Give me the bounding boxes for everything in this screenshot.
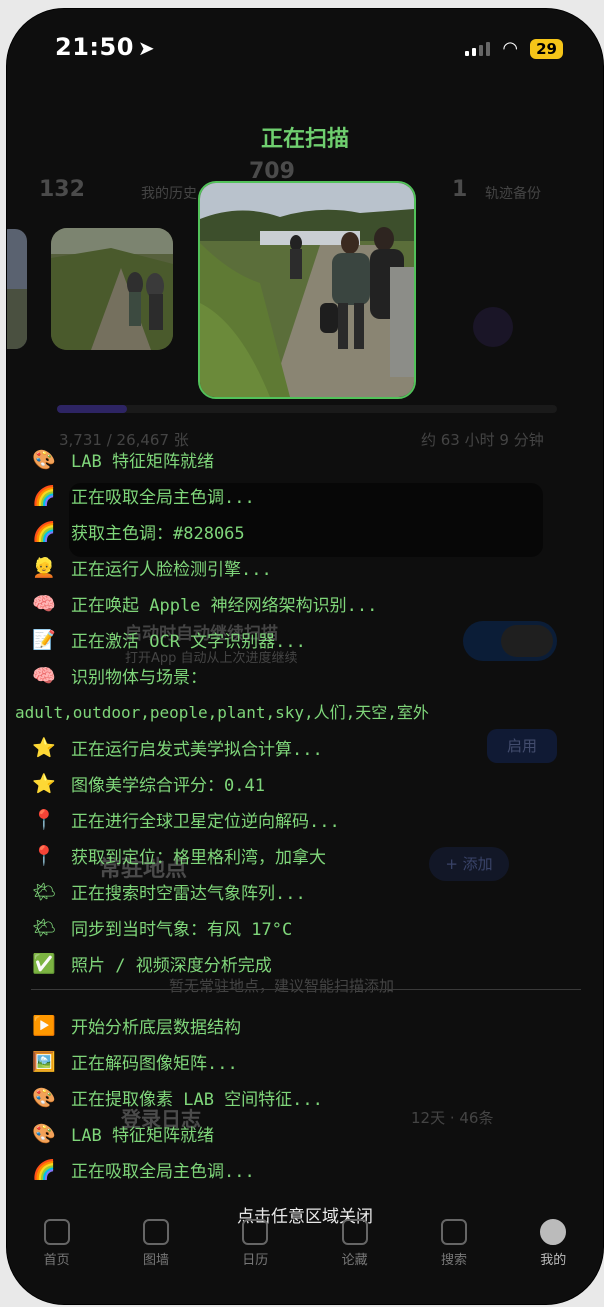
tab-profile[interactable]: 我的 bbox=[513, 1219, 593, 1289]
tab-wall[interactable]: 图墙 bbox=[116, 1219, 196, 1289]
log-line: ▶️ 开始分析底层数据结构 bbox=[32, 1014, 241, 1039]
previous-photo-thumbnail bbox=[7, 229, 27, 349]
log-line: 🌤 正在搜索时空雷达气象阵列... bbox=[31, 880, 306, 905]
log-line: 🖼️ 正在解码图像矩阵... bbox=[32, 1050, 238, 1075]
home-icon bbox=[43, 1219, 70, 1245]
rainbow-icon: 🌈 bbox=[32, 520, 56, 543]
log-line: 📍 正在进行全球卫星定位逆向解码... bbox=[32, 808, 340, 833]
palette-icon: 🎨 bbox=[32, 1086, 56, 1109]
face-icon: 👱 bbox=[32, 556, 56, 579]
status-time: 21:50 ➤ bbox=[55, 33, 156, 61]
globe-icon bbox=[341, 1219, 368, 1245]
current-scanning-photo bbox=[198, 181, 416, 399]
tab-collection[interactable]: 论藏 bbox=[315, 1219, 395, 1289]
rainbow-icon: 🌈 bbox=[32, 1158, 56, 1181]
scan-title: 正在扫描 bbox=[260, 127, 349, 152]
previous-photo-thumbnail bbox=[51, 228, 173, 350]
pin-icon: 📍 bbox=[32, 808, 56, 831]
play-icon: ▶️ bbox=[32, 1014, 56, 1037]
log-line: 📝 正在激活 OCR 文字识别器... bbox=[32, 628, 306, 653]
check-icon: ✅ bbox=[32, 952, 56, 975]
sun-cloud-icon: 🌤 bbox=[31, 880, 57, 903]
calendar-icon bbox=[242, 1219, 269, 1245]
star-icon: ⭐ bbox=[32, 736, 56, 759]
palette-icon: 🎨 bbox=[32, 1122, 56, 1145]
picture-icon: 🖼️ bbox=[32, 1050, 56, 1073]
phone-screen: 132 我的历史 709 1 轨迹备份 3,731 / 26,467 张 约 6… bbox=[6, 8, 604, 1305]
profile-icon bbox=[540, 1219, 567, 1245]
star-icon: ⭐ bbox=[32, 772, 56, 795]
log-line: 🎨 正在提取像素 LAB 空间特征... bbox=[32, 1086, 323, 1111]
tab-calendar[interactable]: 日历 bbox=[215, 1219, 295, 1289]
sun-cloud-icon: 🌤 bbox=[31, 916, 57, 939]
log-line: ✅ 照片 / 视频深度分析完成 bbox=[32, 952, 272, 977]
search-icon bbox=[440, 1219, 467, 1245]
wall-icon bbox=[142, 1219, 169, 1245]
location-arrow-icon: ➤ bbox=[137, 36, 156, 60]
tab-home[interactable]: 首页 bbox=[17, 1219, 97, 1289]
wifi-icon: ◠ bbox=[502, 38, 519, 59]
brain-icon: 🧠 bbox=[32, 592, 56, 615]
tab-search[interactable]: 搜索 bbox=[414, 1219, 494, 1289]
log-line: 🎨 LAB 特征矩阵就绪 bbox=[32, 448, 214, 473]
log-line: ⭐ 正在运行启发式美学拟合计算... bbox=[32, 736, 323, 761]
log-line: 🌤 同步到当时气象：有风 17°C bbox=[31, 916, 293, 941]
rainbow-icon: 🌈 bbox=[32, 484, 56, 507]
memo-icon: 📝 bbox=[32, 628, 56, 651]
log-line: 👱 正在运行人脸检测引擎... bbox=[32, 556, 272, 581]
tab-bar: 首页 图墙 日历 论藏 搜索 我的 bbox=[7, 1219, 603, 1289]
brain-icon: 🧠 bbox=[32, 664, 56, 687]
log-divider bbox=[31, 989, 581, 990]
log-line: 🌈 正在吸取全局主色调... bbox=[32, 1158, 255, 1183]
log-line: ⭐ 图像美学综合评分：0.41 bbox=[32, 772, 265, 797]
palette-icon: 🎨 bbox=[32, 448, 56, 471]
log-line: 🎨 LAB 特征矩阵就绪 bbox=[32, 1122, 214, 1147]
status-indicators: ◠ 29 bbox=[465, 39, 563, 59]
log-line: 🌈 获取主色调：#828065 bbox=[32, 520, 245, 545]
pin-icon: 📍 bbox=[32, 844, 56, 867]
log-line: 🧠 识别物体与场景： bbox=[32, 664, 207, 689]
battery-indicator: 29 bbox=[530, 39, 563, 59]
cellular-signal-icon bbox=[465, 42, 491, 56]
log-line: 🧠 正在唤起 Apple 神经网络架构识别... bbox=[32, 592, 378, 617]
log-line: 🌈 正在吸取全局主色调... bbox=[32, 484, 255, 509]
log-line: 📍 获取到定位：格里格利湾，加拿大 bbox=[32, 844, 326, 869]
scene-tags: adult,outdoor,people,plant,sky,人们,天空,室外 bbox=[15, 703, 429, 722]
